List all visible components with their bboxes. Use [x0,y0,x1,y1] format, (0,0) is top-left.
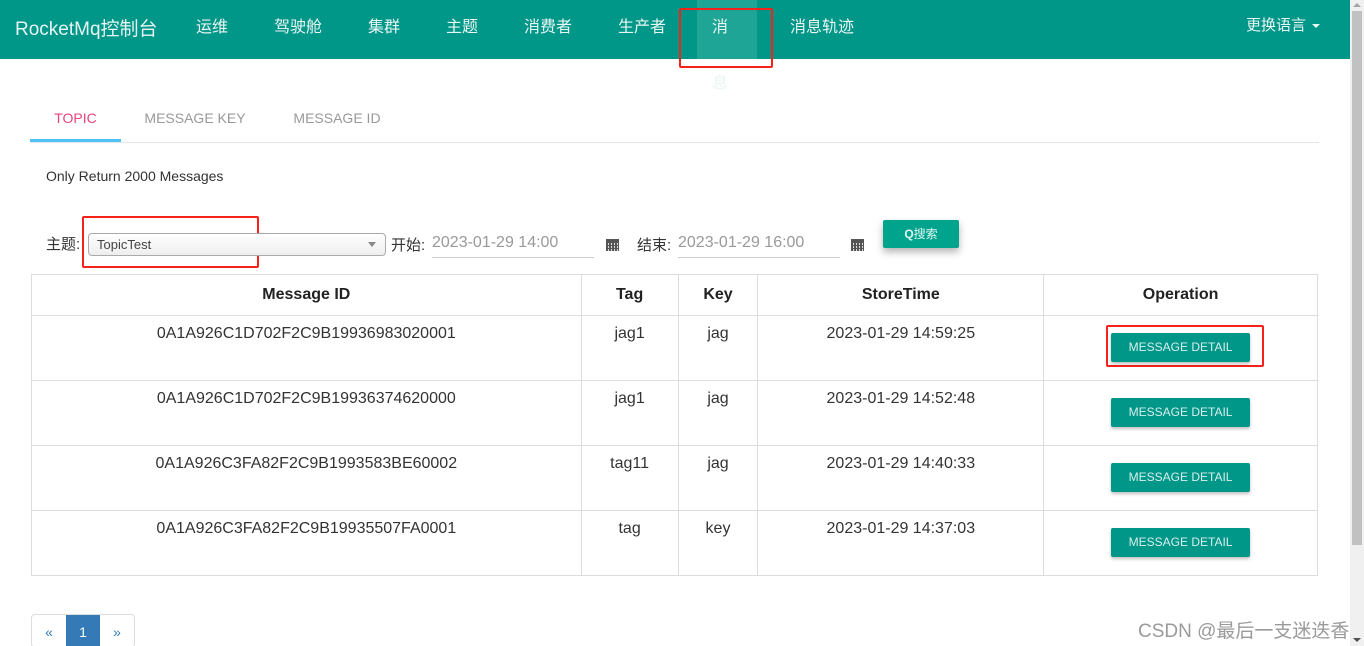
nav-item-dashboard[interactable]: 驾驶舱 [259,0,337,59]
cell-key: key [677,510,759,576]
search-button-label: 搜索 [913,227,938,241]
header-message-id: Message ID [31,274,582,316]
calendar-icon[interactable] [851,238,864,251]
message-detail-button[interactable]: MESSAGE DETAIL [1111,463,1251,492]
table-row: 0A1A926C1D702F2C9B19936374620000 jag1 ja… [31,380,1318,446]
nav-item-producer[interactable]: 生产者 [603,0,681,59]
cell-message-id: 0A1A926C3FA82F2C9B1993583BE60002 [31,445,582,511]
brand-logo[interactable]: RocketMq控制台 [15,14,158,41]
nav-item-ops[interactable]: 运维 [181,0,243,59]
nav-item-cluster[interactable]: 集群 [353,0,415,59]
pagination-page-current[interactable]: 1 [66,615,100,646]
nav-item-message-trace[interactable]: 消息轨迹 [775,0,869,59]
scroll-up-arrow-icon[interactable] [1353,3,1361,7]
cell-store-time: 2023-01-29 14:40:33 [757,445,1045,511]
cell-operation: MESSAGE DETAIL [1043,510,1318,576]
cell-message-id: 0A1A926C1D702F2C9B19936983020001 [31,315,582,381]
header-key: Key [677,274,759,316]
tab-message-key[interactable]: MESSAGE KEY [129,100,261,142]
search-icon: Q [904,227,914,241]
search-button[interactable]: Q搜索 [883,220,959,248]
cell-tag: jag1 [580,315,679,381]
start-label: 开始: [391,237,426,254]
table-row: 0A1A926C1D702F2C9B19936983020001 jag1 ja… [31,315,1318,381]
header-tag: Tag [580,274,679,316]
cell-operation: MESSAGE DETAIL [1043,315,1318,381]
language-dropdown[interactable]: 更换语言 [1246,0,1320,52]
cell-tag: jag1 [580,380,679,446]
end-time-input[interactable] [678,228,840,258]
cell-store-time: 2023-01-29 14:52:48 [757,380,1045,446]
message-detail-button[interactable]: MESSAGE DETAIL [1111,333,1251,362]
scrollbar-thumb[interactable] [1352,11,1362,545]
tab-message-id[interactable]: MESSAGE ID [278,100,396,142]
message-detail-button[interactable]: MESSAGE DETAIL [1111,528,1251,557]
cell-message-id: 0A1A926C1D702F2C9B19936374620000 [31,380,582,446]
cell-operation: MESSAGE DETAIL [1043,380,1318,446]
topic-select-value: TopicTest [97,237,152,252]
cell-tag: tag11 [580,445,679,511]
cell-store-time: 2023-01-29 14:59:25 [757,315,1045,381]
end-label: 结束: [637,237,672,254]
table-row: 0A1A926C3FA82F2C9B1993583BE60002 tag11 j… [31,445,1318,511]
message-table: Message ID Tag Key StoreTime Operation 0… [31,274,1318,576]
header-operation: Operation [1043,274,1318,316]
caret-down-icon [1312,24,1320,29]
cell-store-time: 2023-01-29 14:37:03 [757,510,1045,576]
cell-key: jag [677,445,759,511]
result-limit-notice: Only Return 2000 Messages [46,168,224,184]
nav-item-consumer[interactable]: 消费者 [509,0,587,59]
scroll-down-arrow-icon[interactable] [1353,638,1361,642]
topic-label: 主题: [46,236,81,253]
cell-operation: MESSAGE DETAIL [1043,445,1318,511]
calendar-icon[interactable] [606,238,619,251]
message-detail-button[interactable]: MESSAGE DETAIL [1111,398,1251,427]
nav-item-message[interactable]: 消息 [697,0,757,92]
pagination-next-button[interactable]: » [100,615,134,646]
cell-key: jag [677,380,759,446]
topic-select[interactable]: TopicTest [88,233,386,256]
language-label: 更换语言 [1245,17,1306,34]
search-mode-tabs: TOPIC MESSAGE KEY MESSAGE ID [30,100,1319,143]
start-time-input[interactable] [432,228,594,258]
header-store-time: StoreTime [757,274,1045,316]
cell-key: jag [677,315,759,381]
tab-topic[interactable]: TOPIC [30,100,121,142]
pagination: « 1 » [31,614,135,646]
dropdown-arrow-icon [368,242,376,247]
pagination-prev-button[interactable]: « [32,615,66,646]
table-header-row: Message ID Tag Key StoreTime Operation [31,274,1318,316]
nav-item-topic[interactable]: 主题 [431,0,493,59]
cell-tag: tag [580,510,679,576]
top-navbar: RocketMq控制台 运维 驾驶舱 集群 主题 消费者 生产者 消息 消息轨迹… [0,0,1350,92]
table-row: 0A1A926C3FA82F2C9B19935507FA0001 tag key… [31,510,1318,576]
vertical-scrollbar[interactable] [1350,0,1364,646]
watermark: CSDN @最后一支迷迭香 [1138,621,1350,642]
cell-message-id: 0A1A926C3FA82F2C9B19935507FA0001 [31,510,582,576]
